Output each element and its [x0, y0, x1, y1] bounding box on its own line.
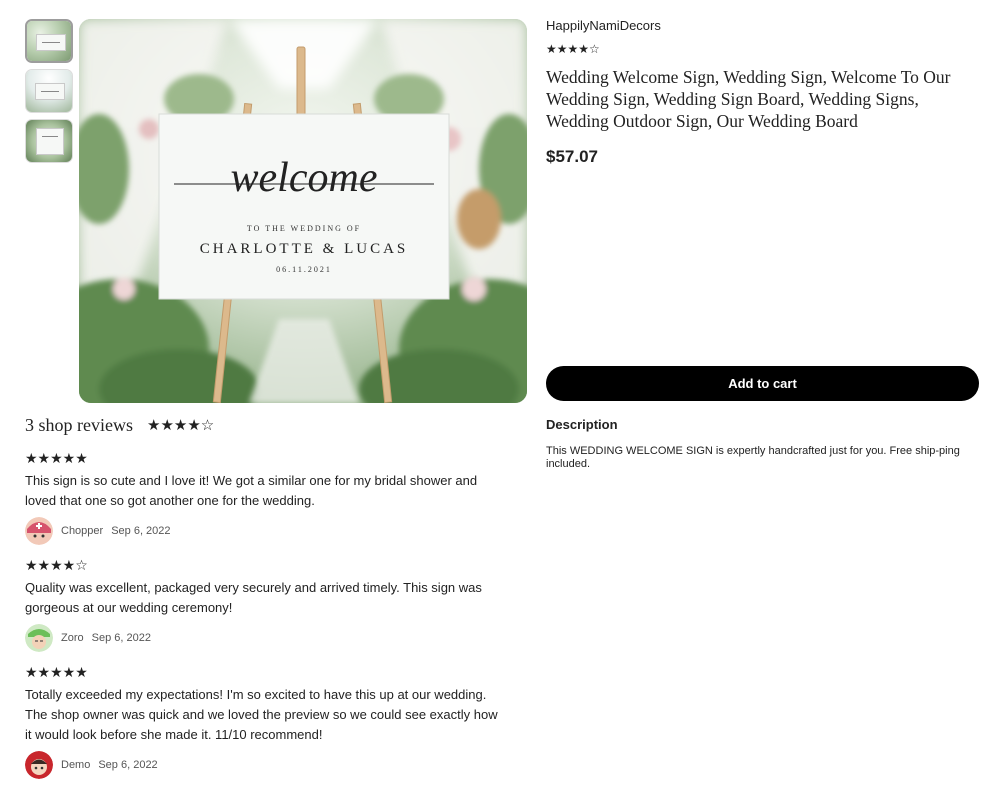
- review-item: ★★★★☆ Quality was excellent, packaged ve…: [25, 556, 505, 652]
- avatar: [25, 751, 53, 779]
- thumbnail-strip: [25, 19, 73, 169]
- sign-line-2: CHARLOTTE & LUCAS: [200, 241, 409, 257]
- sign-line-1: TO THE WEDDING OF: [247, 224, 361, 233]
- welcome-sign-photo: welcome TO THE WEDDING OF CHARLOTTE & LU…: [79, 19, 527, 403]
- shop-name-link[interactable]: HappilyNamiDecors: [546, 18, 661, 33]
- avatar: [25, 624, 53, 652]
- review-meta: Demo Sep 6, 2022: [25, 751, 505, 779]
- reviewer-name: Chopper: [61, 525, 104, 537]
- product-rating-stars: ★★★★☆: [546, 42, 600, 56]
- thumbnail-2[interactable]: [25, 69, 73, 113]
- review-date: Sep 6, 2022: [91, 632, 151, 644]
- product-price: $57.07: [546, 147, 598, 166]
- thumbnail-1[interactable]: [25, 19, 73, 63]
- review-meta: Chopper Sep 6, 2022: [25, 517, 505, 545]
- reviewer-name: Zoro: [61, 632, 84, 644]
- avatar: [25, 517, 53, 545]
- reviewer-name: Demo: [61, 759, 91, 771]
- review-stars: ★★★★☆: [25, 557, 88, 573]
- sign-script-word: welcome: [231, 155, 378, 201]
- product-title: Wedding Welcome Sign, Wedding Sign, Welc…: [546, 67, 951, 131]
- add-to-cart-button[interactable]: Add to cart: [546, 366, 979, 401]
- reviews-heading: 3 shop reviews: [25, 415, 133, 435]
- review-stars: ★★★★★: [25, 664, 88, 680]
- review-stars: ★★★★★: [25, 450, 88, 466]
- main-product-image[interactable]: welcome TO THE WEDDING OF CHARLOTTE & LU…: [79, 19, 527, 403]
- description-heading: Description: [546, 417, 618, 432]
- review-date: Sep 6, 2022: [111, 525, 171, 537]
- review-text: Quality was excellent, packaged very sec…: [25, 580, 482, 615]
- review-meta: Zoro Sep 6, 2022: [25, 624, 505, 652]
- description-text: This WEDDING WELCOME SIGN is expertly ha…: [546, 445, 960, 470]
- thumbnail-3[interactable]: [25, 119, 73, 163]
- review-date: Sep 6, 2022: [98, 759, 158, 771]
- review-text: This sign is so cute and I love it! We g…: [25, 473, 478, 508]
- review-item: ★★★★★ This sign is so cute and I love it…: [25, 449, 505, 545]
- review-text: Totally exceeded my expectations! I'm so…: [25, 687, 498, 742]
- review-item: ★★★★★ Totally exceeded my expectations! …: [25, 663, 505, 779]
- reviews-rating-stars: ★★★★☆: [147, 417, 215, 434]
- sign-line-3: 06.11.2021: [276, 265, 332, 274]
